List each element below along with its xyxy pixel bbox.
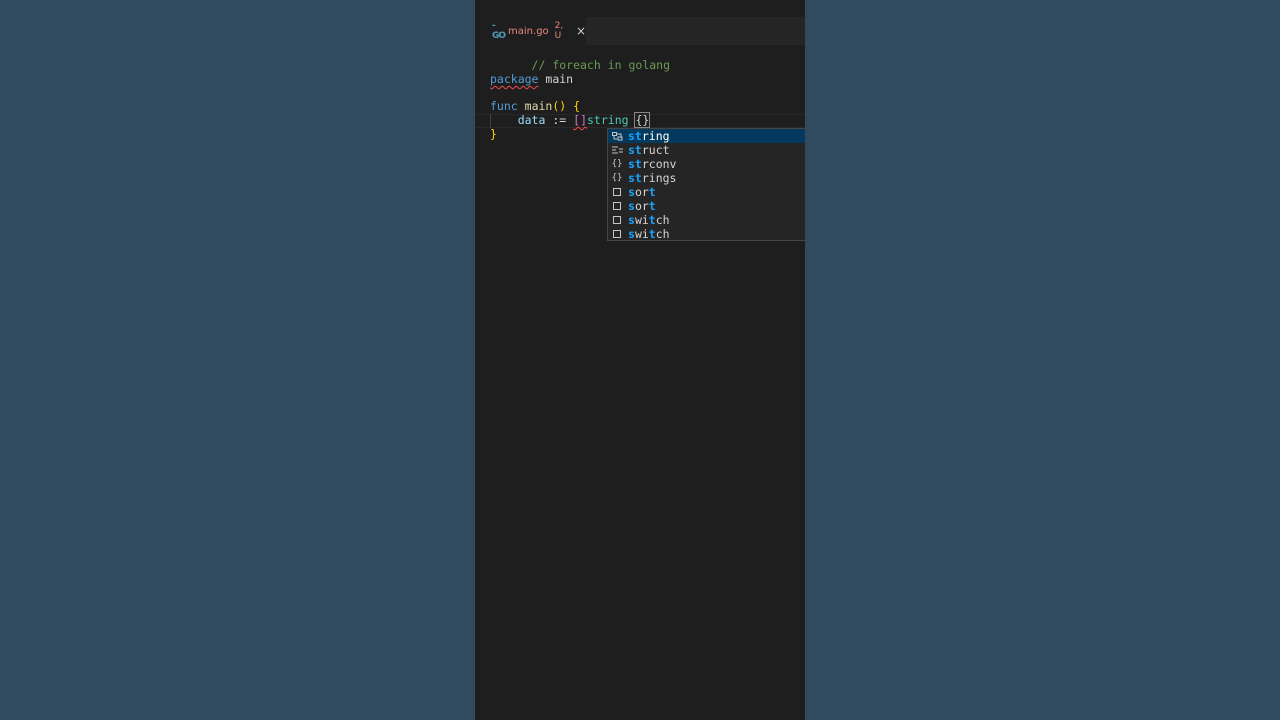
module-icon: {} <box>611 159 623 169</box>
match-text: st <box>628 171 642 185</box>
keyword-icon <box>611 188 623 196</box>
func-name: main <box>524 99 553 113</box>
rest-text: wi <box>634 227 649 241</box>
rest-text: ch <box>655 213 670 227</box>
match-text: t <box>648 213 656 227</box>
editor-window: -GO main.go 2, U × // foreach in golang … <box>475 0 805 720</box>
code-line-5: func main() { <box>490 99 580 113</box>
rest-text: rconv <box>641 157 677 171</box>
rest-text: or <box>634 199 649 213</box>
struct-snippet-icon <box>611 146 623 155</box>
type-string: string <box>587 113 629 127</box>
match-text: st <box>628 129 642 143</box>
title-strip <box>475 0 805 17</box>
match-text: t <box>648 227 656 241</box>
match-text: st <box>628 143 642 157</box>
close-brace: } <box>490 127 497 141</box>
match-text: s <box>628 199 635 213</box>
keyword-icon <box>611 202 623 210</box>
rest-text: ch <box>655 227 670 241</box>
keyword-icon <box>611 216 623 224</box>
module-icon: {} <box>611 173 623 183</box>
match-text: s <box>628 185 635 199</box>
rest-text: rings <box>641 171 677 185</box>
match-text: st <box>628 157 642 171</box>
go-icon: -GO <box>492 21 506 41</box>
match-text: t <box>648 185 656 199</box>
tab-problem-badge: 2, U <box>554 21 564 41</box>
keyword-icon <box>611 230 623 238</box>
close-icon[interactable]: × <box>576 24 586 38</box>
suggestion-item[interactable]: s wi t ch <box>608 227 805 241</box>
match-text: t <box>648 199 656 213</box>
open-brace: { <box>573 99 581 113</box>
suggestion-item[interactable]: {} st rings <box>608 171 805 185</box>
func-keyword: func <box>490 99 518 113</box>
rest-text: ring <box>641 129 670 143</box>
package-keyword: package <box>490 72 539 86</box>
tab-bar: -GO main.go 2, U × <box>475 17 805 45</box>
code-line-6: data := []string {} <box>490 112 651 128</box>
code-line-7: } <box>490 127 497 141</box>
code-line-1: // foreach in golang <box>490 44 670 72</box>
cursor-braces: {} <box>634 112 651 128</box>
suggestion-item[interactable]: st ruct <box>608 143 805 157</box>
var-data: data <box>517 113 546 127</box>
func-parens: () <box>552 99 567 113</box>
rest-text: ruct <box>641 143 670 157</box>
tab-filename: main.go <box>508 25 549 37</box>
suggestion-widget: st ring st ruct {} st rconv {} st rings s or t… <box>607 128 805 241</box>
suggestion-item[interactable]: s or t <box>608 185 805 199</box>
suggestion-item[interactable]: {} st rconv <box>608 157 805 171</box>
slice-brackets: [] <box>573 113 587 127</box>
package-name: main <box>545 72 574 86</box>
suggestion-item[interactable]: s wi t ch <box>608 213 805 227</box>
assign-op: := <box>552 113 567 127</box>
rest-text: or <box>634 185 649 199</box>
snippet-icon <box>611 131 623 141</box>
tab-main-go[interactable]: -GO main.go 2, U × <box>475 17 586 45</box>
match-text: s <box>628 213 635 227</box>
comment: // foreach in golang <box>531 58 671 72</box>
rest-text: wi <box>634 213 649 227</box>
suggestion-item[interactable]: st ring <box>608 129 805 143</box>
match-text: s <box>628 227 635 241</box>
code-line-3: package main <box>490 72 573 86</box>
suggestion-item[interactable]: s or t <box>608 199 805 213</box>
